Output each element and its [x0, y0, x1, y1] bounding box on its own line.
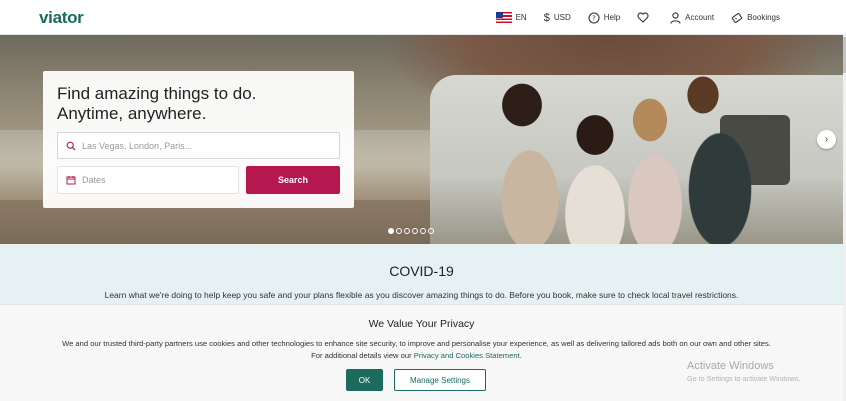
carousel-dot-5[interactable] — [420, 228, 426, 234]
hero-headline-line2: Anytime, anywhere. — [57, 104, 207, 123]
manage-settings-button[interactable]: Manage Settings — [394, 369, 486, 391]
help-link[interactable]: ? Help — [588, 0, 620, 35]
currency-label: USD — [553, 13, 571, 22]
wishlist-link[interactable] — [637, 0, 653, 35]
account-link[interactable]: Account — [670, 0, 714, 35]
calendar-icon — [66, 175, 78, 185]
destination-placeholder: Las Vegas, London, Paris... — [82, 140, 193, 151]
hero-headline: Find amazing things to do. Anytime, anyw… — [57, 84, 337, 124]
search-icon — [66, 141, 78, 151]
carousel-dot-6[interactable] — [428, 228, 434, 234]
hero-headline-line1: Find amazing things to do. — [57, 84, 257, 103]
covid-text: Learn what we're doing to help keep you … — [104, 290, 739, 300]
cookie-text-prefix: For additional details view our — [311, 351, 414, 360]
us-flag-icon — [495, 12, 512, 23]
cookie-title: We Value Your Privacy — [368, 318, 475, 330]
currency-selector[interactable]: $ USD — [544, 0, 571, 35]
carousel-dot-1[interactable] — [388, 228, 394, 234]
svg-text:?: ? — [592, 14, 596, 22]
carousel-dot-2[interactable] — [396, 228, 402, 234]
covid-title: COVID-19 — [389, 263, 454, 279]
carousel-dots — [388, 228, 434, 234]
search-button[interactable]: Search — [246, 166, 340, 194]
heart-icon — [637, 12, 649, 23]
header-nav: EN $ USD ? Help Account Bookings — [479, 0, 780, 35]
chevron-right-icon: › — [824, 134, 829, 145]
dates-placeholder: Dates — [82, 175, 106, 185]
carousel-dot-4[interactable] — [412, 228, 418, 234]
bookings-link[interactable]: Bookings — [731, 0, 780, 35]
viator-logo[interactable]: viator — [39, 8, 84, 28]
privacy-statement-link[interactable]: Privacy and Cookies Statement — [414, 351, 520, 360]
language-label: EN — [515, 13, 527, 22]
help-icon: ? — [588, 11, 600, 24]
cookie-text-suffix: . — [519, 351, 522, 360]
dates-picker[interactable]: Dates — [57, 166, 239, 194]
destination-search-input[interactable]: Las Vegas, London, Paris... — [57, 132, 340, 159]
bookings-label: Bookings — [747, 13, 780, 22]
language-selector[interactable]: EN — [495, 0, 527, 35]
activate-windows-watermark: Activate Windows — [687, 360, 774, 372]
help-label: Help — [603, 13, 621, 22]
account-label: Account — [685, 13, 715, 22]
carousel-next-button[interactable]: › — [817, 130, 836, 149]
activate-windows-subtitle: Go to Settings to activate Windows. — [687, 374, 801, 383]
cookie-ok-button[interactable]: OK — [346, 369, 383, 391]
carousel-dot-3[interactable] — [404, 228, 410, 234]
top-nav-bar: viator EN $ USD ? Help Account Bookings — [0, 0, 846, 35]
hero-image-people — [470, 65, 780, 244]
cookie-text: We and our trusted third-party partners … — [0, 338, 833, 362]
ticket-icon — [731, 12, 743, 24]
cookie-text-line1: We and our trusted third-party partners … — [62, 339, 771, 348]
user-icon — [670, 11, 681, 24]
dollar-icon: $ — [543, 11, 550, 24]
